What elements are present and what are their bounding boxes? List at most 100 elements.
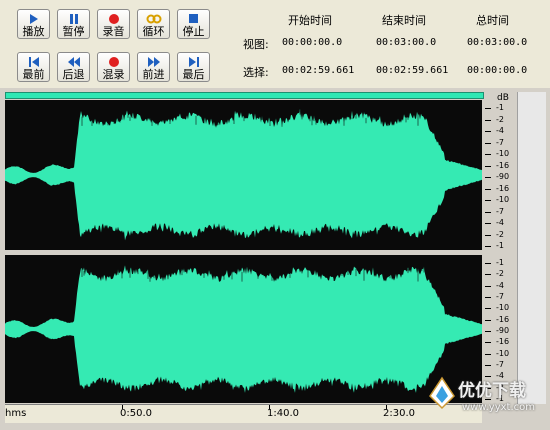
waveform-right	[5, 263, 482, 393]
db-tick-label: -16	[496, 160, 510, 170]
watermark-logo-icon	[429, 376, 455, 410]
db-tick-label: -7	[496, 292, 504, 301]
ruler-label-100s: 1:40.0	[267, 408, 299, 419]
db-tick-label: -2	[496, 269, 504, 279]
play-button[interactable]: 播放	[17, 9, 50, 39]
stop-icon	[178, 10, 209, 26]
db-tick	[485, 188, 491, 190]
db-tick-label: -16	[496, 314, 510, 324]
db-tick	[485, 154, 491, 155]
db-tick	[485, 108, 491, 109]
db-tick-label: -4	[496, 218, 504, 227]
view-end-time: 00:03:00.0	[376, 37, 437, 48]
selection-row-label: 选择:	[243, 66, 269, 79]
ruler-label-50s: 0:50.0	[120, 408, 152, 419]
waveform-channel-right[interactable]	[5, 255, 482, 403]
db-tick	[485, 342, 491, 344]
start-time-header: 开始时间	[288, 14, 332, 27]
record-button[interactable]: 录音	[97, 9, 130, 39]
fast-forward-button[interactable]: 前进	[137, 52, 170, 82]
selection-total-time: 00:00:00.0	[467, 65, 528, 76]
mix-record-button[interactable]: 混录	[97, 52, 130, 82]
stop-button[interactable]: 停止	[177, 9, 210, 39]
db-tick	[485, 131, 491, 132]
db-tick	[485, 319, 491, 321]
record-icon	[98, 10, 129, 26]
db-tick	[485, 200, 491, 201]
rewind-icon	[58, 53, 89, 69]
db-tick	[485, 331, 491, 332]
db-tick-label: -7	[496, 206, 504, 216]
ruler-label-150s: 2:30.0	[383, 408, 415, 419]
loop-button[interactable]: 循环	[137, 9, 170, 39]
db-tick-label: -4	[496, 280, 504, 290]
db-tick-label: -2	[496, 229, 504, 239]
loop-icon	[138, 10, 169, 26]
db-tick	[485, 274, 491, 276]
rewind-button[interactable]: 后退	[57, 52, 90, 82]
loop-label: 循环	[142, 25, 165, 38]
rewind-label: 后退	[62, 68, 85, 81]
record-label: 录音	[102, 25, 125, 38]
pause-label: 暂停	[62, 25, 85, 38]
mix-record-label: 混录	[102, 68, 125, 81]
db-tick	[485, 119, 491, 121]
play-label: 播放	[22, 25, 45, 38]
db-tick	[485, 142, 491, 144]
db-tick	[485, 234, 491, 236]
end-time-header: 结束时间	[382, 14, 426, 27]
ruler-unit: hms	[5, 408, 27, 419]
waveform-channel-left[interactable]	[5, 100, 482, 250]
selection-start-time: 00:02:59.661	[282, 65, 355, 76]
watermark-url: www.yyxt.com	[462, 402, 536, 413]
db-tick-label: -10	[496, 195, 510, 204]
db-tick	[485, 211, 491, 213]
db-tick-label: -90	[496, 326, 510, 335]
db-tick-label: -7	[496, 360, 504, 369]
db-tick	[485, 223, 491, 224]
mix-record-icon	[98, 53, 129, 69]
db-tick-label: -16	[496, 183, 510, 193]
db-tick	[485, 353, 491, 355]
db-tick-label: -10	[496, 149, 510, 158]
skip-to-start-icon	[18, 53, 49, 69]
db-tick	[485, 165, 491, 167]
control-panel: 播放 暂停 录音 循环 停止 最前 后退 混录 前进 最后 开始时间 结束时间 …	[0, 0, 550, 88]
db-unit-label: dB	[497, 93, 509, 103]
db-tick	[485, 246, 491, 247]
db-tick-label: -1	[496, 258, 504, 267]
view-total-time: 00:03:00.0	[467, 37, 528, 48]
db-tick-label: -2	[496, 114, 504, 124]
db-tick	[485, 263, 491, 264]
db-tick-label: -7	[496, 137, 504, 147]
pause-icon	[58, 10, 89, 26]
skip-to-end-label: 最后	[182, 68, 205, 81]
fast-forward-label: 前进	[142, 68, 165, 81]
view-start-time: 00:00:00.0	[282, 37, 343, 48]
db-tick-label: -90	[496, 172, 510, 181]
db-tick-label: -1	[496, 103, 504, 112]
watermark: 优优下载 www.yyxt.com	[428, 372, 546, 422]
total-time-header: 总时间	[476, 14, 509, 27]
skip-to-end-button[interactable]: 最后	[177, 52, 210, 82]
selection-end-time: 00:02:59.661	[376, 65, 449, 76]
stop-label: 停止	[182, 25, 205, 38]
db-tick	[485, 365, 491, 366]
db-tick	[485, 285, 491, 287]
watermark-text: 优优下载	[458, 381, 526, 401]
db-tick-label: -10	[496, 348, 510, 358]
db-tick-label: -4	[496, 126, 504, 135]
view-row-label: 视图:	[243, 38, 269, 51]
skip-to-end-icon	[178, 53, 209, 69]
pause-button[interactable]: 暂停	[57, 9, 90, 39]
db-tick	[485, 308, 491, 310]
db-tick	[485, 297, 491, 298]
waveform-left	[5, 108, 482, 241]
skip-to-start-button[interactable]: 最前	[17, 52, 50, 82]
fast-forward-icon	[138, 53, 169, 69]
db-tick	[485, 177, 491, 178]
db-tick-label: -10	[496, 303, 510, 313]
overview-bar[interactable]	[5, 92, 484, 99]
play-icon	[18, 10, 49, 26]
vertical-scrollbar[interactable]	[517, 92, 546, 404]
